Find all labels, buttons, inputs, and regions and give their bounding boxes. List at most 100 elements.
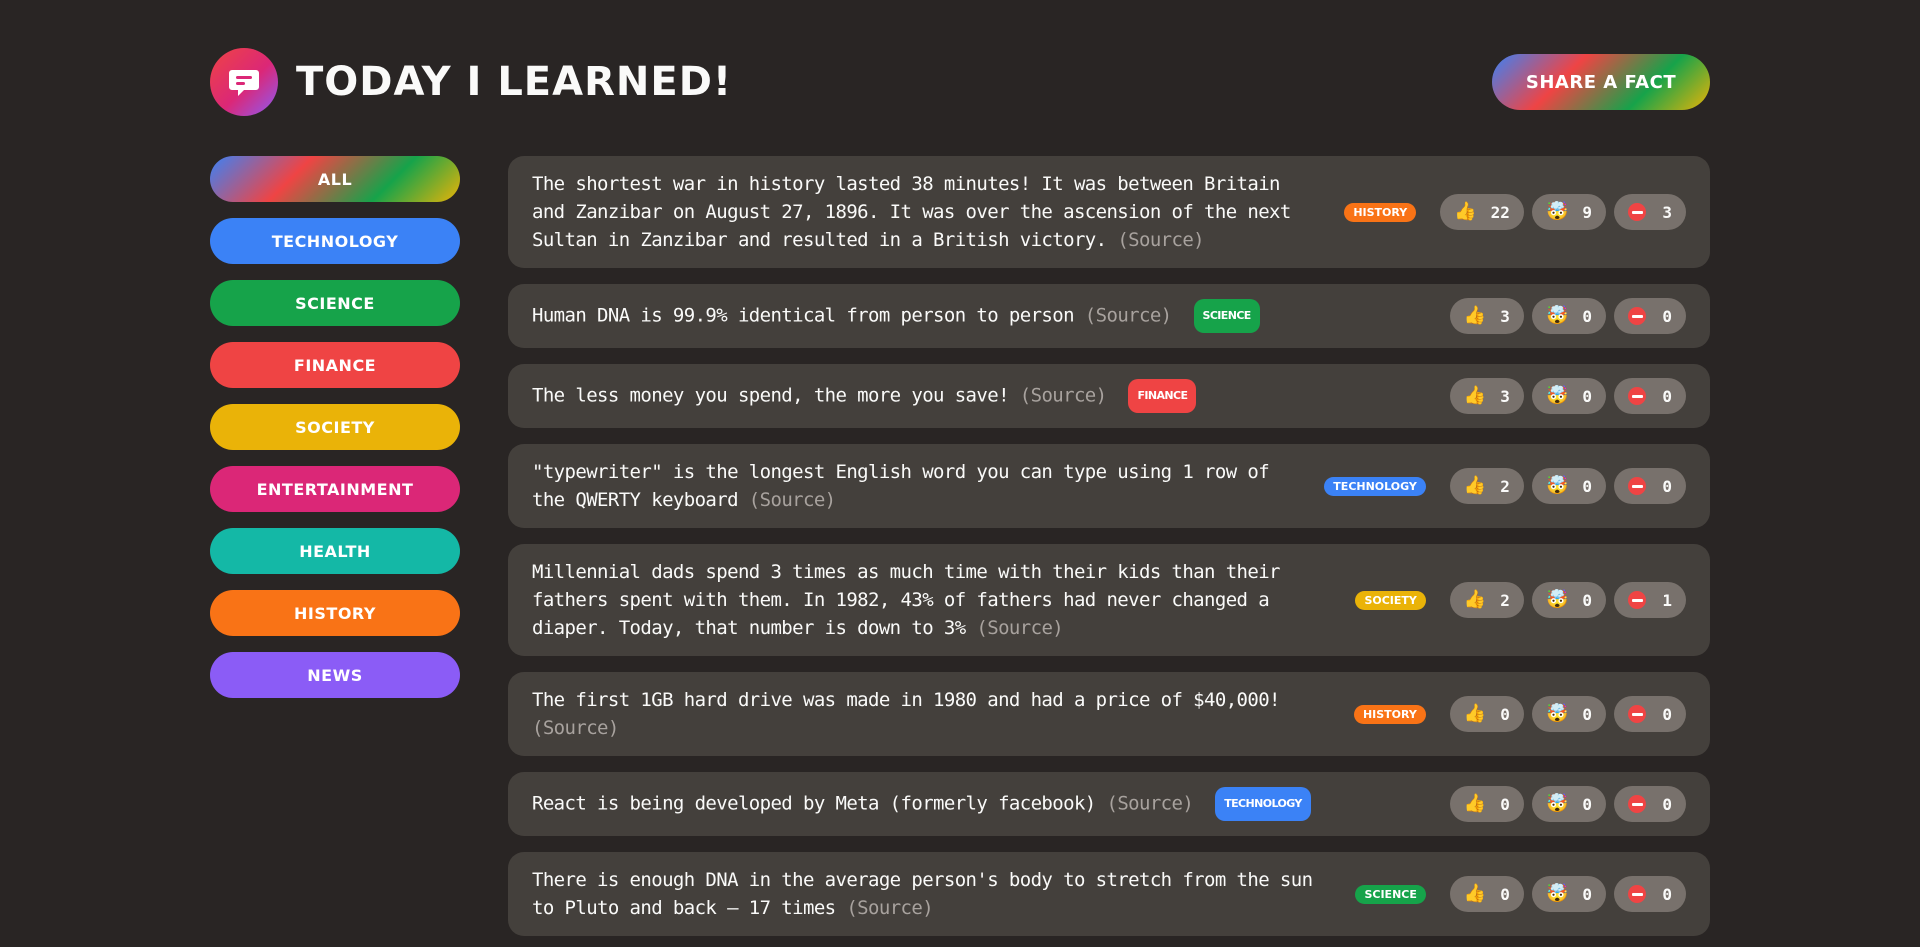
source-link[interactable]: (Source) bbox=[749, 489, 836, 511]
thumbs-up-icon: 👍 bbox=[1463, 883, 1487, 904]
category-button-health[interactable]: Health bbox=[210, 528, 460, 574]
vote-mindblowing-button[interactable]: 🤯 9 bbox=[1531, 194, 1606, 230]
fact-item: The first 1GB hard drive was made in 198… bbox=[508, 672, 1710, 756]
mind-blown-icon: 🤯 bbox=[1545, 589, 1569, 610]
fact-body: Human DNA is 99.9% identical from person… bbox=[532, 304, 1075, 327]
vote-false-button[interactable]: 0 bbox=[1614, 378, 1686, 414]
fact-text: Human DNA is 99.9% identical from person… bbox=[532, 299, 1426, 333]
vote-count: 0 bbox=[1500, 704, 1510, 724]
no-entry-icon bbox=[1628, 795, 1646, 813]
category-button-society[interactable]: Society bbox=[210, 404, 460, 450]
no-entry-symbol bbox=[1628, 387, 1646, 405]
no-entry-icon bbox=[1628, 387, 1646, 405]
vote-false-button[interactable]: 0 bbox=[1614, 786, 1686, 822]
fact-text: React is being developed by Meta (former… bbox=[532, 787, 1426, 821]
vote-mindblowing-button[interactable]: 🤯 0 bbox=[1531, 696, 1606, 732]
vote-interesting-button[interactable]: 👍 3 bbox=[1449, 378, 1524, 414]
app-root: Today I Learned! Share a fact All Technol… bbox=[0, 0, 1920, 947]
category-button-news[interactable]: News bbox=[210, 652, 460, 698]
category-button-history[interactable]: History bbox=[210, 590, 460, 636]
vote-buttons: 👍 3 🤯 0 0 bbox=[1449, 298, 1686, 334]
no-entry-symbol bbox=[1628, 705, 1646, 723]
vote-mindblowing-button[interactable]: 🤯 0 bbox=[1531, 786, 1606, 822]
source-link[interactable]: (Source) bbox=[976, 617, 1063, 639]
thumbs-up-icon: 👍 bbox=[1463, 305, 1487, 326]
vote-interesting-button[interactable]: 👍 2 bbox=[1449, 468, 1524, 504]
share-fact-button[interactable]: Share a fact bbox=[1492, 54, 1710, 110]
source-link[interactable]: (Source) bbox=[1117, 229, 1204, 251]
vote-count: 0 bbox=[1582, 884, 1592, 904]
category-tag: finance bbox=[1128, 379, 1197, 413]
category-tag: history bbox=[1344, 202, 1417, 222]
fact-body: "typewriter" is the longest English word… bbox=[532, 461, 1270, 511]
vote-count: 1 bbox=[1662, 590, 1672, 610]
no-entry-icon bbox=[1628, 705, 1646, 723]
vote-mindblowing-button[interactable]: 🤯 0 bbox=[1531, 468, 1606, 504]
fact-item: Millennial dads spend 3 times as much ti… bbox=[508, 544, 1710, 656]
vote-count: 0 bbox=[1500, 794, 1510, 814]
source-link[interactable]: (Source) bbox=[1085, 305, 1172, 327]
vote-mindblowing-button[interactable]: 🤯 0 bbox=[1531, 876, 1606, 912]
vote-interesting-button[interactable]: 👍 2 bbox=[1449, 582, 1524, 618]
no-entry-symbol bbox=[1628, 885, 1646, 903]
vote-count: 3 bbox=[1662, 202, 1672, 222]
mind-blown-icon: 🤯 bbox=[1545, 385, 1569, 406]
category-tag: technology bbox=[1324, 476, 1426, 496]
vote-false-button[interactable]: 0 bbox=[1614, 468, 1686, 504]
category-button-technology[interactable]: Technology bbox=[210, 218, 460, 264]
vote-buttons: 👍 2 🤯 0 0 bbox=[1449, 468, 1686, 504]
source-link[interactable]: (Source) bbox=[846, 897, 933, 919]
thumbs-up-icon: 👍 bbox=[1463, 703, 1487, 724]
vote-count: 3 bbox=[1500, 306, 1510, 326]
mind-blown-icon: 🤯 bbox=[1545, 883, 1569, 904]
source-link[interactable]: (Source) bbox=[532, 717, 619, 739]
fact-body: The less money you spend, the more you s… bbox=[532, 384, 1010, 407]
vote-false-button[interactable]: 0 bbox=[1614, 696, 1686, 732]
vote-buttons: 👍 22 🤯 9 3 bbox=[1440, 194, 1686, 230]
no-entry-symbol bbox=[1628, 795, 1646, 813]
no-entry-icon bbox=[1628, 591, 1646, 609]
vote-interesting-button[interactable]: 👍 0 bbox=[1449, 786, 1524, 822]
vote-false-button[interactable]: 1 bbox=[1614, 582, 1686, 618]
vote-count: 0 bbox=[1662, 794, 1672, 814]
vote-interesting-button[interactable]: 👍 22 bbox=[1440, 194, 1524, 230]
fact-text: The less money you spend, the more you s… bbox=[532, 379, 1426, 413]
source-link[interactable]: (Source) bbox=[1106, 793, 1193, 815]
vote-count: 9 bbox=[1582, 202, 1592, 222]
no-entry-icon bbox=[1628, 307, 1646, 325]
category-button-science[interactable]: Science bbox=[210, 280, 460, 326]
category-tag: science bbox=[1355, 884, 1426, 904]
category-tag: history bbox=[1353, 704, 1426, 724]
category-sidebar: All Technology Science Finance Society Entert… bbox=[210, 156, 460, 698]
category-button-all[interactable]: All bbox=[210, 156, 460, 202]
facts-list: The shortest war in history lasted 38 mi… bbox=[508, 156, 1710, 936]
vote-false-button[interactable]: 0 bbox=[1614, 298, 1686, 334]
vote-false-button[interactable]: 3 bbox=[1614, 194, 1686, 230]
category-button-finance[interactable]: Finance bbox=[210, 342, 460, 388]
fact-body: React is being developed by Meta (former… bbox=[532, 792, 1096, 815]
thumbs-up-icon: 👍 bbox=[1463, 385, 1487, 406]
category-tag: society bbox=[1355, 590, 1426, 610]
vote-count: 0 bbox=[1582, 386, 1592, 406]
vote-count: 0 bbox=[1582, 704, 1592, 724]
vote-interesting-button[interactable]: 👍 3 bbox=[1449, 298, 1524, 334]
vote-interesting-button[interactable]: 👍 0 bbox=[1449, 876, 1524, 912]
category-tag: science bbox=[1193, 299, 1260, 333]
vote-mindblowing-button[interactable]: 🤯 0 bbox=[1531, 378, 1606, 414]
vote-count: 0 bbox=[1582, 306, 1592, 326]
no-entry-icon bbox=[1628, 477, 1646, 495]
category-button-entertainment[interactable]: Entertainment bbox=[210, 466, 460, 512]
category-tag: technology bbox=[1215, 787, 1311, 821]
fact-body: Millennial dads spend 3 times as much ti… bbox=[532, 561, 1280, 639]
vote-mindblowing-button[interactable]: 🤯 0 bbox=[1531, 582, 1606, 618]
vote-count: 2 bbox=[1500, 590, 1510, 610]
vote-buttons: 👍 2 🤯 0 1 bbox=[1449, 582, 1686, 618]
vote-interesting-button[interactable]: 👍 0 bbox=[1449, 696, 1524, 732]
fact-text: The first 1GB hard drive was made in 198… bbox=[532, 686, 1330, 742]
source-link[interactable]: (Source) bbox=[1020, 385, 1107, 407]
vote-count: 0 bbox=[1582, 476, 1592, 496]
vote-mindblowing-button[interactable]: 🤯 0 bbox=[1531, 298, 1606, 334]
chat-bubble-icon bbox=[229, 70, 259, 96]
vote-count: 0 bbox=[1662, 386, 1672, 406]
vote-false-button[interactable]: 0 bbox=[1614, 876, 1686, 912]
